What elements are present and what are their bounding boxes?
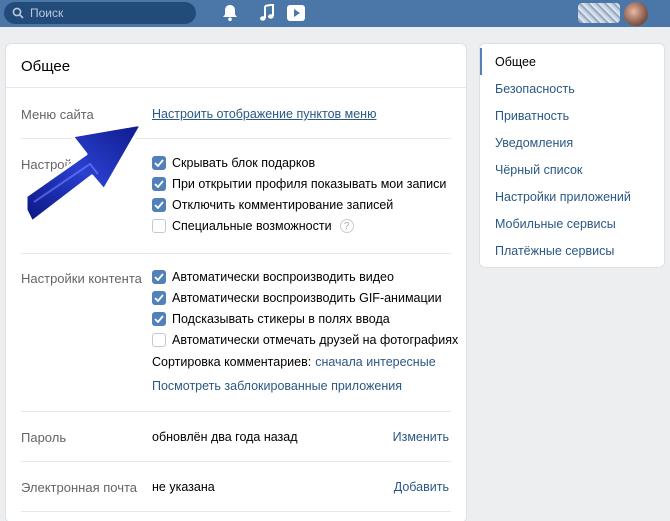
configure-menu-link[interactable]: Настроить отображение пунктов меню: [152, 107, 376, 121]
password-label: Пароль: [21, 430, 67, 445]
email-label: Электронная почта: [21, 480, 138, 495]
divider: [21, 511, 451, 512]
checkbox-unchecked[interactable]: [152, 333, 166, 347]
option-label: Подсказывать стикеры в полях ввода: [172, 312, 390, 326]
divider: [21, 253, 451, 254]
option-label: Скрывать блок подарков: [172, 156, 316, 170]
checkbox-checked[interactable]: [152, 177, 166, 191]
pointer-arrow-icon: [24, 122, 144, 224]
option-autoplay-gif[interactable]: Автоматически воспроизводить GIF-анимаци…: [152, 291, 442, 305]
option-show-my-posts[interactable]: При открытии профиля показывать мои запи…: [152, 177, 446, 191]
header-divider: [6, 87, 466, 88]
checkbox-checked[interactable]: [152, 312, 166, 326]
top-bar: Поиск: [0, 0, 670, 27]
help-icon[interactable]: ?: [339, 219, 354, 233]
option-label: Автоматически отмечать друзей на фотогра…: [172, 333, 459, 347]
sidebar-item-payment-services[interactable]: Платёжные сервисы: [480, 237, 664, 264]
option-label: Автоматически воспроизводить видео: [172, 270, 394, 284]
checkbox-checked[interactable]: [152, 156, 166, 170]
option-suggest-stickers[interactable]: Подсказывать стикеры в полях ввода: [152, 312, 390, 326]
settings-panel: Общее Меню сайта Настроить отображение п…: [5, 43, 467, 521]
comment-sort-dropdown[interactable]: сначала интересные: [315, 355, 435, 369]
option-label: Автоматически воспроизводить GIF-анимаци…: [172, 291, 442, 305]
sidebar-item-general[interactable]: Общее: [480, 48, 664, 75]
blocked-apps-link[interactable]: Посмотреть заблокированные приложения: [152, 379, 402, 393]
bell-icon[interactable]: [222, 4, 238, 22]
email-status: не указана: [152, 480, 215, 494]
divider: [21, 411, 451, 412]
add-email-link[interactable]: Добавить: [394, 480, 449, 494]
option-label: При открытии профиля показывать мои запи…: [172, 177, 447, 191]
checkbox-unchecked[interactable]: [152, 219, 166, 233]
content-settings-label: Настройки контента: [21, 271, 142, 286]
divider: [21, 461, 451, 462]
option-label: Специальные возможности: [172, 219, 332, 233]
option-tag-friends[interactable]: Автоматически отмечать друзей на фотогра…: [152, 333, 458, 347]
checkbox-checked[interactable]: [152, 198, 166, 212]
user-name-blurred[interactable]: [578, 3, 620, 23]
option-autoplay-video[interactable]: Автоматически воспроизводить видео: [152, 270, 394, 284]
change-password-link[interactable]: Изменить: [393, 430, 449, 444]
sidebar-item-blacklist[interactable]: Чёрный список: [480, 156, 664, 183]
avatar[interactable]: [624, 2, 648, 26]
search-icon: [12, 7, 24, 19]
option-accessibility[interactable]: Специальные возможности ?: [152, 219, 354, 233]
password-status: обновлён два года назад: [152, 430, 298, 444]
video-play-icon[interactable]: [286, 3, 306, 23]
sidebar-item-notifications[interactable]: Уведомления: [480, 129, 664, 156]
search-input[interactable]: Поиск: [4, 2, 196, 24]
sidebar-item-mobile-services[interactable]: Мобильные сервисы: [480, 210, 664, 237]
comment-sort-label: Сортировка комментариев:: [152, 355, 312, 369]
settings-sidebar: Общее Безопасность Приватность Уведомлен…: [479, 43, 665, 268]
sidebar-item-privacy[interactable]: Приватность: [480, 102, 664, 129]
checkbox-checked[interactable]: [152, 270, 166, 284]
option-label: Отключить комментирование записей: [172, 198, 394, 212]
option-hide-gifts[interactable]: Скрывать блок подарков: [152, 156, 315, 170]
music-icon[interactable]: [259, 4, 275, 22]
comment-sort-row: Сортировка комментариев: сначала интерес…: [152, 355, 436, 369]
search-placeholder: Поиск: [30, 6, 64, 20]
sidebar-item-security[interactable]: Безопасность: [480, 75, 664, 102]
page-title: Общее: [21, 58, 71, 75]
checkbox-checked[interactable]: [152, 291, 166, 305]
sidebar-item-app-settings[interactable]: Настройки приложений: [480, 183, 664, 210]
option-disable-comments[interactable]: Отключить комментирование записей: [152, 198, 393, 212]
